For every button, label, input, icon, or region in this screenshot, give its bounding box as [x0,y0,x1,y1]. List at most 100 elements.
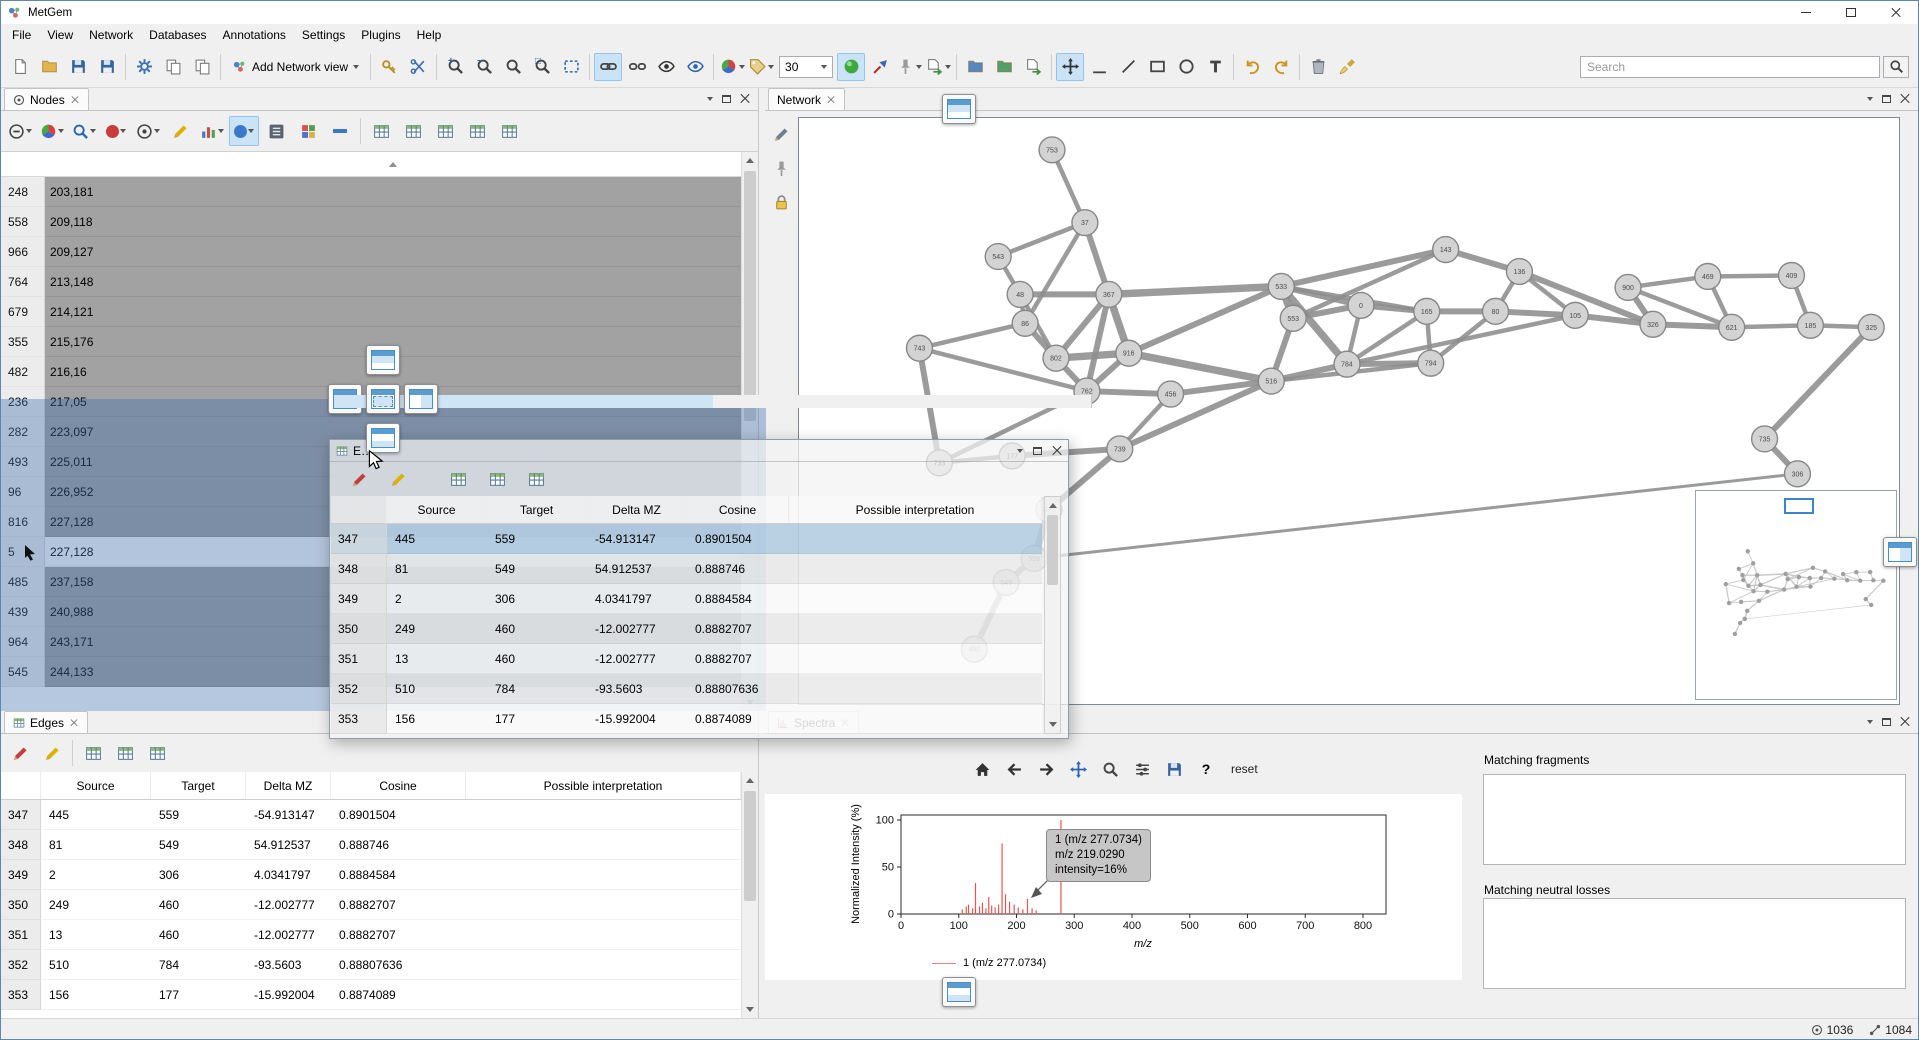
label-settings-button[interactable] [747,53,775,81]
float-window-icon[interactable] [1033,447,1042,455]
edges-table-row[interactable]: 347445559-54.9131470.8901504 [1,800,741,830]
cell[interactable]: 249 [387,614,487,644]
scrollbar-thumb[interactable] [744,171,756,421]
cell[interactable]: 351 [331,644,387,674]
fit-to-window-button[interactable] [557,53,585,81]
menu-view[interactable]: View [39,25,81,45]
cell[interactable] [466,950,741,980]
cell[interactable]: 0.8884584 [331,860,466,890]
dock-guide-edge-right[interactable] [1883,537,1917,567]
size-by-column-button[interactable] [101,116,131,146]
column-header-possible-interpretation[interactable]: Possible interpretation [789,496,1042,523]
forward-view-button[interactable] [1033,756,1059,782]
cell[interactable]: 0.8874089 [331,980,466,1010]
cell[interactable]: 784 [151,950,246,980]
float-window-icon[interactable] [722,95,731,103]
tab-network[interactable]: Network [768,88,845,110]
close-icon[interactable] [71,96,79,104]
scroll-up-icon[interactable] [742,152,758,169]
nodes-table-row[interactable]: 764213,148 [1,267,741,297]
floating-table-header[interactable]: SourceTargetDelta MZCosinePossible inter… [331,496,1042,524]
dock-guide-center[interactable] [366,384,400,414]
cell[interactable]: 156 [387,704,487,734]
table-view-button-2[interactable] [398,116,428,146]
cell[interactable]: 249 [41,890,151,920]
text-tool-button[interactable] [1201,53,1229,81]
lock-annotations-button[interactable] [768,189,794,215]
edit-edges-button[interactable] [5,738,35,768]
matching-losses-box[interactable] [1483,898,1906,989]
search-button[interactable] [1883,56,1909,78]
close-icon[interactable] [1900,717,1910,727]
menu-help[interactable]: Help [409,25,450,45]
cell[interactable]: 177 [487,704,587,734]
cell[interactable]: -54.913147 [246,800,331,830]
cell[interactable]: 784 [487,674,587,704]
search-input[interactable] [1580,56,1880,78]
edges-table-row[interactable]: 352510784-93.56030.88807636 [1,950,741,980]
highlight-selection-button[interactable] [69,116,99,146]
minimap-viewport[interactable] [1784,498,1814,514]
menu-network[interactable]: Network [81,25,141,45]
cell[interactable]: 460 [487,644,587,674]
cell[interactable]: 4.0341797 [246,860,331,890]
import-metadata-button[interactable] [961,53,989,81]
cell[interactable]: 0.8901504 [687,524,789,554]
reset-button[interactable]: reset [1225,759,1264,779]
edges-table-header[interactable]: SourceTargetDelta MZCosinePossible inter… [1,772,741,800]
cell[interactable]: -12.002777 [246,890,331,920]
cell[interactable]: 2 [387,584,487,614]
cell[interactable]: 0.8884584 [687,584,789,614]
edges-table-view-button-2[interactable] [482,464,512,494]
color-by-column-button[interactable] [37,116,67,146]
cell[interactable]: 460 [151,920,246,950]
row-value[interactable]: 213,148 [45,267,741,297]
nodes-table-row[interactable]: 248203,181 [1,177,741,207]
highlight-edges-button[interactable] [37,738,67,768]
pie-chart-toggle-button[interactable] [837,53,865,81]
cell[interactable]: -54.913147 [587,524,687,554]
pin-annotation-button[interactable] [768,155,794,181]
edges-table-row[interactable]: 3488154954.9125370.888746 [331,554,1042,584]
edges-table-row[interactable]: 34923064.03417970.8884584 [1,860,741,890]
float-window-icon[interactable] [1882,95,1891,103]
cell[interactable]: 347 [1,800,41,830]
edges-table-row[interactable]: 3488154954.9125370.888746 [1,830,741,860]
cell[interactable] [789,584,1042,614]
network-edge[interactable] [919,323,1025,348]
edges-table-row[interactable]: 35113460-12.0027770.8882707 [1,920,741,950]
network-edge[interactable] [1129,353,1272,381]
scrollbar-thumb[interactable] [744,791,756,901]
hide-column-button[interactable] [5,116,35,146]
horizontal-line-tool-button[interactable] [1085,53,1113,81]
column-header-target[interactable]: Target [151,772,246,799]
nodes-table-row[interactable]: 966209,127 [1,237,741,267]
cell[interactable]: 350 [331,614,387,644]
column-header-source[interactable]: Source [387,496,487,523]
edges-table-row[interactable]: 350249460-12.0027770.8882707 [331,614,1042,644]
edges-table-view-button-3[interactable] [521,464,551,494]
menu-databases[interactable]: Databases [141,25,214,45]
row-value[interactable]: 209,118 [45,207,741,237]
home-view-button[interactable] [969,756,995,782]
save-as-button[interactable] [93,53,121,81]
menu-settings[interactable]: Settings [294,25,353,45]
edges-table-view-button-1[interactable] [78,738,108,768]
cell[interactable]: 350 [1,890,41,920]
column-header-delta-mz[interactable]: Delta MZ [246,772,331,799]
nodes-table-header[interactable] [1,152,741,177]
dock-guide-right[interactable] [404,384,438,414]
spectrum-plot[interactable]: 0501000100200300400500600700800 Normaliz… [765,794,1462,980]
cell[interactable]: -12.002777 [587,644,687,674]
close-icon[interactable] [740,94,750,104]
cell[interactable]: 54.912537 [587,554,687,584]
cluster-colors-button[interactable] [293,116,323,146]
edges-table-row[interactable]: 353156177-15.9920040.8874089 [1,980,741,1010]
network-edge[interactable] [1281,250,1445,287]
process-data-button[interactable] [130,53,158,81]
cell[interactable] [789,644,1042,674]
link-views-button[interactable] [594,53,622,81]
redo-button[interactable] [1267,53,1295,81]
row-id[interactable]: 482 [1,357,45,387]
network-edge[interactable] [1765,327,1872,439]
